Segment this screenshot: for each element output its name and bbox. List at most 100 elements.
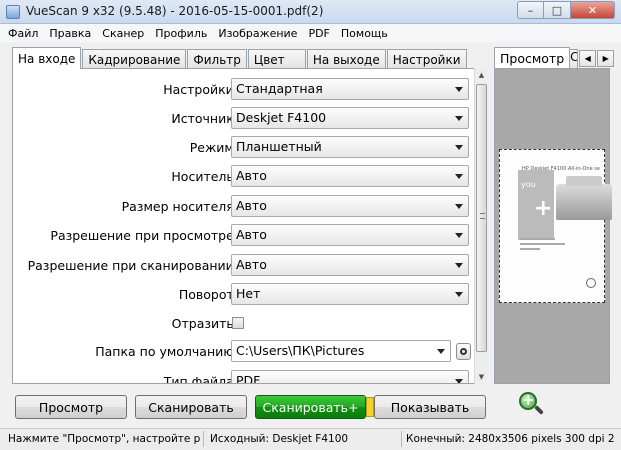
scan-resolution-select[interactable]: Авто	[231, 254, 469, 276]
menu-profile[interactable]: Профиль	[155, 27, 207, 40]
chevron-down-icon	[455, 233, 463, 238]
scan-resolution-row: Разрешение при сканировании: Авто	[13, 254, 483, 278]
chevron-down-icon	[455, 292, 463, 297]
file-type-select[interactable]: PDF	[231, 370, 469, 384]
media-size-row: Размер носителя: Авто	[13, 195, 483, 219]
settings-select[interactable]: Стандартная	[231, 78, 469, 100]
default-folder-label: Папка по умолчанию:	[95, 344, 238, 359]
vuescan-app-icon	[6, 5, 20, 19]
preview-area[interactable]: HP Deskjet F4100 All-in-One se you +	[494, 68, 612, 384]
tab-scan-clipped[interactable]: С	[570, 49, 579, 69]
maximize-button[interactable]: □	[544, 1, 571, 19]
media-label: Носитель:	[171, 169, 238, 184]
preview-thumbnail[interactable]: HP Deskjet F4100 All-in-One se you +	[499, 149, 612, 303]
settings-label: Настройки:	[163, 82, 238, 97]
tab-input[interactable]: На входе	[12, 47, 82, 69]
chevron-down-icon	[455, 263, 463, 268]
hp-logo-icon	[586, 278, 596, 288]
show-button[interactable]: Показывать	[374, 395, 486, 419]
document-illustration: HP Deskjet F4100 All-in-One se you +	[516, 162, 612, 240]
browse-icon	[460, 348, 467, 355]
media-size-value: Авто	[236, 198, 267, 213]
tab-output[interactable]: На выходе	[306, 49, 386, 69]
file-type-label: Тип файла:	[163, 374, 238, 384]
mode-value: Планшетный	[236, 139, 322, 154]
file-type-value: PDF	[236, 373, 261, 384]
chevron-down-icon	[455, 174, 463, 179]
status-hint: Нажмите "Просмотр", настройте рамку, ...	[8, 433, 200, 445]
settings-scrollbar[interactable]: ▲ ▼	[474, 68, 488, 384]
minimize-button[interactable]: –	[517, 1, 544, 19]
chevron-down-icon	[455, 145, 463, 150]
scan-button[interactable]: Сканировать	[135, 395, 247, 419]
scrollbar-thumb[interactable]	[476, 84, 487, 352]
source-select[interactable]: Deskjet F4100	[231, 107, 469, 129]
mirror-checkbox[interactable]	[232, 317, 244, 329]
tab-prefs[interactable]: Настройки	[386, 49, 467, 69]
tab-prev-icon[interactable]: ◀	[579, 50, 597, 67]
menu-scanner[interactable]: Сканер	[102, 27, 144, 40]
menu-image[interactable]: Изображение	[218, 27, 297, 40]
document-word: you	[521, 180, 536, 189]
preview-resolution-row: Разрешение при просмотре: Авто	[13, 224, 483, 248]
chevron-down-icon	[455, 379, 463, 383]
source-label: Источник:	[171, 111, 238, 126]
tab-preview[interactable]: Просмотр	[494, 47, 571, 69]
mirror-row: Отразить:	[13, 312, 483, 336]
zoom-in-icon[interactable]: +	[519, 391, 545, 420]
media-value: Авто	[236, 168, 267, 183]
close-button[interactable]: ✕	[571, 1, 615, 19]
default-folder-value: C:\Users\ПК\Pictures	[236, 343, 365, 358]
document-graphic-block: you +	[518, 170, 554, 240]
chevron-down-icon	[437, 349, 445, 354]
media-row: Носитель: Авто	[13, 165, 483, 189]
grip-icon	[480, 213, 485, 219]
browse-folder-button[interactable]	[456, 343, 471, 360]
mode-select[interactable]: Планшетный	[231, 136, 469, 158]
scroll-down-icon[interactable]: ▼	[475, 370, 488, 384]
chevron-down-icon	[455, 204, 463, 209]
media-select[interactable]: Авто	[231, 165, 469, 187]
scan-plus-marker	[366, 397, 374, 417]
media-size-select[interactable]: Авто	[231, 195, 469, 217]
rotation-value: Нет	[236, 286, 261, 301]
source-row: Источник: Deskjet F4100	[13, 107, 483, 131]
zoom-handle	[534, 405, 544, 415]
file-type-row: Тип файла: PDF	[13, 370, 483, 384]
window-title: VueScan 9 x32 (9.5.48) - 2016-05-15-0001…	[26, 4, 324, 18]
menu-pdf[interactable]: PDF	[308, 27, 329, 40]
input-settings-panel: Настройки: Стандартная Источник: Deskjet…	[12, 68, 488, 384]
document-text-lines	[520, 238, 570, 253]
chevron-down-icon	[455, 87, 463, 92]
menu-edit[interactable]: Правка	[49, 27, 91, 40]
mode-row: Режим: Планшетный	[13, 136, 483, 160]
tab-next-icon[interactable]: ▶	[597, 50, 615, 67]
rotation-select[interactable]: Нет	[231, 283, 469, 305]
status-separator	[401, 431, 402, 447]
zoom-plus: +	[522, 391, 535, 409]
preview-button[interactable]: Просмотр	[15, 395, 127, 419]
media-size-label: Размер носителя:	[121, 199, 238, 214]
scan-plus-button[interactable]: Сканировать+	[255, 395, 366, 419]
menu-help[interactable]: Помощь	[341, 27, 388, 40]
settings-value: Стандартная	[236, 81, 323, 96]
default-folder-combobox[interactable]: C:\Users\ПК\Pictures	[231, 340, 451, 362]
default-folder-row: Папка по умолчанию: C:\Users\ПК\Pictures	[13, 340, 483, 364]
status-bar: Нажмите "Просмотр", настройте рамку, ...…	[0, 428, 621, 450]
settings-row: Настройки: Стандартная	[13, 78, 483, 102]
tab-color[interactable]: Цвет	[247, 49, 306, 69]
rotation-row: Поворот: Нет	[13, 283, 483, 307]
preview-resolution-value: Авто	[236, 227, 267, 242]
title-bar: VueScan 9 x32 (9.5.48) - 2016-05-15-0001…	[0, 0, 621, 24]
status-separator	[203, 431, 204, 447]
scroll-up-icon[interactable]: ▲	[475, 68, 488, 82]
settings-tabs: На входе Кадрирование Фильтр Цвет На вых…	[12, 47, 468, 69]
source-value: Deskjet F4100	[236, 110, 327, 125]
status-output: Конечный: 2480x3506 pixels 300 dpi 210x2…	[406, 433, 614, 445]
preview-resolution-select[interactable]: Авто	[231, 224, 469, 246]
tab-crop[interactable]: Кадрирование	[82, 49, 187, 69]
menu-file[interactable]: Файл	[8, 27, 38, 40]
tab-filter[interactable]: Фильтр	[187, 49, 247, 69]
rotation-label: Поворот:	[178, 287, 238, 302]
preview-resolution-label: Разрешение при просмотре:	[50, 228, 238, 243]
